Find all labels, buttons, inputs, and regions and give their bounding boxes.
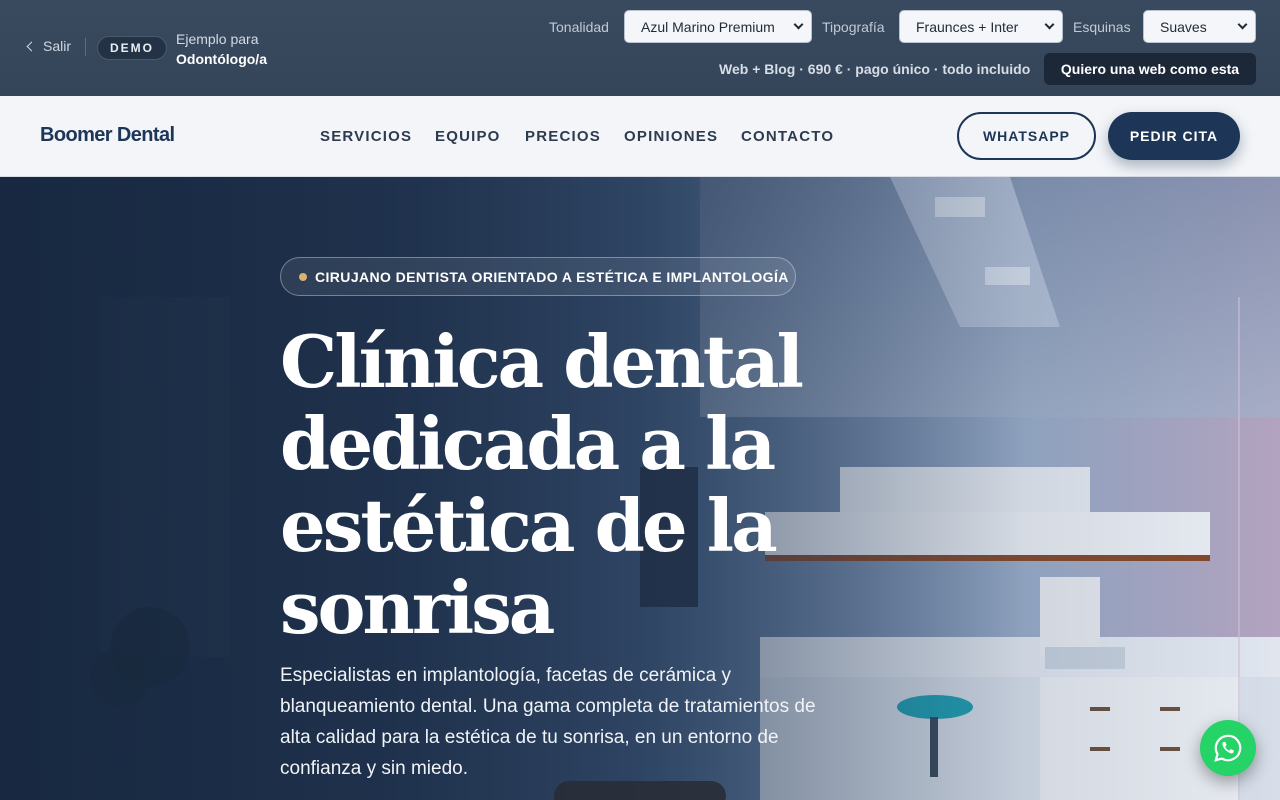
exit-button[interactable]: Salir [26,38,72,54]
specialty-badge-text: CIRUJANO DENTISTA ORIENTADO A ESTÉTICA E… [315,268,789,285]
typography-value: Fraunces + Inter [916,18,1019,35]
book-appointment-button[interactable]: PEDIR CITA [1108,112,1240,160]
whatsapp-float-button[interactable] [1200,720,1256,776]
nav-item-servicios[interactable]: SERVICIOS [320,128,412,145]
nav-item-equipo[interactable]: EQUIPO [435,128,501,145]
tonality-value: Azul Marino Premium [641,18,775,35]
nav-item-opiniones[interactable]: OPINIONES [624,128,718,145]
example-line-1: Ejemplo para [176,31,259,47]
hero-headline: Clínica dental dedicada a la estética de… [280,319,804,650]
typography-select[interactable]: Fraunces + Inter [899,10,1063,43]
chevron-down-icon [793,19,804,30]
get-website-button[interactable]: Quiero una web como esta [1044,53,1256,85]
nav-item-precios[interactable]: PRECIOS [525,128,601,145]
brand-logo[interactable]: Boomer Dental [40,124,175,147]
whatsapp-button[interactable]: WHATSAPP [957,112,1096,160]
typography-label: Tipografía [822,19,885,35]
site-header: Boomer Dental SERVICIOS EQUIPO PRECIOS O… [0,96,1280,177]
corners-label: Esquinas [1073,19,1131,35]
specialty-badge: CIRUJANO DENTISTA ORIENTADO A ESTÉTICA E… [280,257,796,296]
nav-item-contacto[interactable]: CONTACTO [741,128,834,145]
dot-icon [299,273,307,281]
hero-lead: Especialistas en implantología, facetas … [280,665,816,779]
exit-label: Salir [43,38,72,54]
divider [85,38,86,56]
chevron-down-icon [1044,19,1055,30]
floating-toolbar[interactable] [554,781,726,800]
chevron-left-icon [26,41,37,51]
example-caption: Ejemplo para Odontólogo/a [176,29,267,69]
corners-select[interactable]: Suaves [1143,10,1256,43]
corners-value: Suaves [1160,18,1207,35]
demo-bar: Salir DEMO Ejemplo para Odontólogo/a Ton… [0,0,1280,96]
offer-text: Web + Blog · 690 € · pago único · todo i… [719,61,1031,77]
whatsapp-icon [1214,734,1242,762]
tonality-select[interactable]: Azul Marino Premium [624,10,812,43]
example-line-2: Odontólogo/a [176,51,267,67]
hero-section: CIRUJANO DENTISTA ORIENTADO A ESTÉTICA E… [0,177,1280,800]
chevron-down-icon [1237,19,1248,30]
demo-badge: DEMO [97,36,167,60]
tonality-label: Tonalidad [549,19,609,35]
